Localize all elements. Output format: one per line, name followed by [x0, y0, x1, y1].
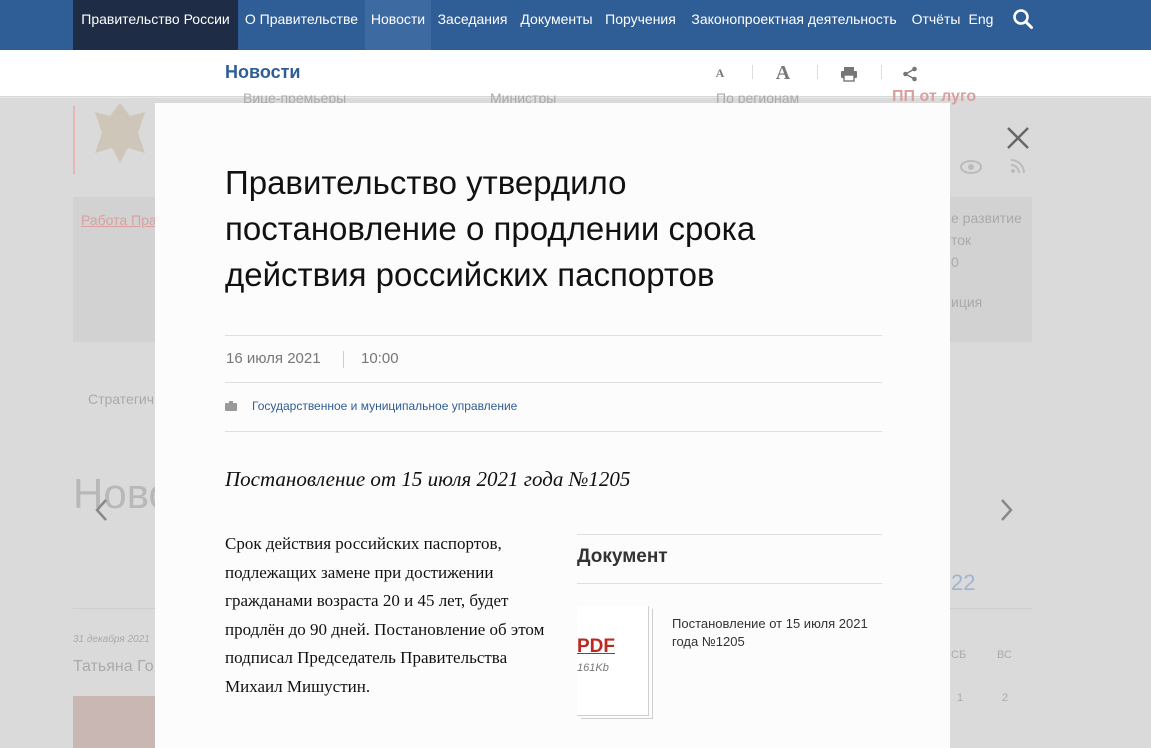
bg-text: Стратегич — [88, 391, 155, 407]
eye-icon — [960, 160, 982, 174]
divider — [577, 534, 882, 535]
nav-item-about[interactable]: О Правительстве — [238, 0, 365, 50]
file-size: 161Kb — [577, 662, 609, 674]
divider — [577, 583, 882, 584]
close-icon[interactable] — [1004, 124, 1032, 152]
nav-item-english[interactable]: Eng — [964, 0, 998, 50]
divider — [225, 382, 882, 383]
section-title: Новости — [225, 62, 301, 82]
print-icon[interactable] — [837, 50, 861, 97]
bg-text: е развитие — [951, 210, 1022, 226]
bg-thumbnail — [73, 696, 155, 748]
nav-item-legislation[interactable]: Законопроектная деятельность — [682, 0, 906, 50]
bg-text: СБ — [951, 649, 967, 661]
article-title: Правительство утвердило постановление о … — [225, 164, 756, 293]
divider — [343, 351, 344, 368]
bg-text: Татьяна Го — [73, 658, 154, 675]
bg-text: ток — [951, 232, 972, 248]
bg-text: 2 — [1002, 692, 1009, 704]
bg-text: 22 — [951, 570, 976, 595]
top-navigation: Правительство России О Правительстве Нов… — [0, 0, 1151, 50]
divider — [225, 335, 882, 336]
nav-item-government[interactable]: Правительство России — [73, 0, 238, 50]
coat-of-arms-icon — [95, 103, 145, 163]
nav-item-reports[interactable]: Отчёты — [906, 0, 966, 50]
article-body: Срок действия российских паспортов, подл… — [225, 534, 545, 696]
nav-item-news[interactable]: Новости — [365, 0, 431, 50]
bg-text: иция — [951, 294, 983, 310]
article-date: 16 июля 2021 — [226, 350, 321, 367]
bg-text: 0 — [951, 254, 959, 270]
topic-tag-link[interactable]: Государственное и муниципальное управлен… — [252, 399, 517, 413]
document-title-link[interactable]: Постановление от 15 июля 2021 года №1205 — [672, 615, 882, 651]
pdf-download-link[interactable]: PDF — [577, 636, 615, 658]
briefcase-icon — [225, 401, 237, 411]
chevron-left-icon[interactable] — [92, 495, 112, 525]
article-time: 10:00 — [361, 350, 399, 367]
chevron-right-icon[interactable] — [996, 495, 1016, 525]
bg-text: Работа Пра — [81, 212, 157, 228]
nav-item-documents[interactable]: Документы — [514, 0, 599, 50]
nav-item-meetings[interactable]: Заседания — [431, 0, 514, 50]
divider — [225, 431, 882, 432]
nav-item-instructions[interactable]: Поручения — [599, 0, 682, 50]
rss-icon — [1010, 159, 1025, 174]
section-header: Новости A A — [0, 50, 1151, 97]
bg-text: 1 — [957, 692, 964, 704]
article-lead: Постановление от 15 июля 2021 года №1205 — [225, 467, 631, 491]
document-heading: Документ — [577, 546, 668, 567]
bg-text: 31 декабря 2021 — [73, 634, 150, 645]
bg-text: ВС — [997, 649, 1012, 661]
search-icon[interactable] — [1012, 8, 1034, 30]
